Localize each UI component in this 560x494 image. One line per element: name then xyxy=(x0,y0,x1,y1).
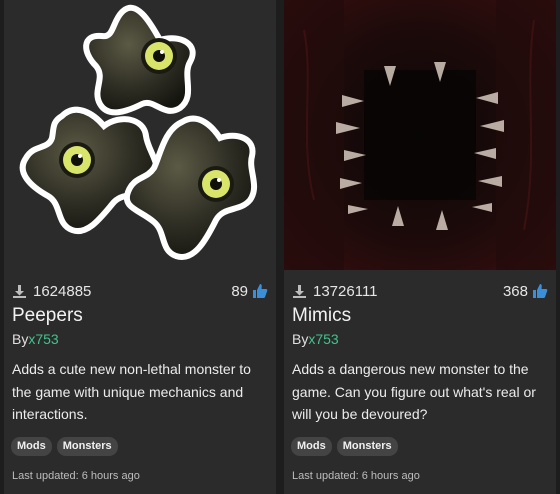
mod-card-mimics[interactable]: 13726111 368 Mimics Byx753 Adds a danger… xyxy=(284,0,556,494)
mod-description: Adds a cute new non-lethal monster to th… xyxy=(12,361,251,422)
mod-byline: Byx753 xyxy=(292,331,339,347)
mod-title[interactable]: Mimics xyxy=(292,305,351,327)
download-icon xyxy=(292,284,307,299)
author-link[interactable]: x753 xyxy=(308,331,338,347)
mod-stats: 13726111 368 xyxy=(292,281,548,301)
last-updated: Last updated: 6 hours ago xyxy=(12,470,140,482)
mod-card-peepers[interactable]: 1624885 89 Peepers Byx753 Adds a cute ne… xyxy=(4,0,276,494)
thumbs-up-icon[interactable] xyxy=(252,283,268,299)
download-icon xyxy=(12,284,27,299)
author-link[interactable]: x753 xyxy=(28,331,58,347)
download-count: 1624885 xyxy=(12,283,91,300)
tag-mods[interactable]: Mods xyxy=(11,437,52,456)
mod-thumbnail-peepers[interactable] xyxy=(4,0,276,270)
tag-monsters[interactable]: Monsters xyxy=(56,437,118,456)
mimics-thumbnail-image xyxy=(284,0,556,270)
download-count: 13726111 xyxy=(292,283,378,300)
tag-list: Mods Monsters xyxy=(11,437,118,456)
tag-monsters[interactable]: Monsters xyxy=(336,437,398,456)
like-count[interactable]: 368 xyxy=(503,283,548,300)
thumbs-up-icon[interactable] xyxy=(532,283,548,299)
tag-mods[interactable]: Mods xyxy=(291,437,332,456)
mod-title[interactable]: Peepers xyxy=(12,305,83,327)
mod-thumbnail-mimics[interactable] xyxy=(284,0,556,270)
like-count-value: 89 xyxy=(231,282,248,300)
last-updated: Last updated: 6 hours ago xyxy=(292,470,420,482)
like-count-value: 368 xyxy=(502,282,528,300)
tag-list: Mods Monsters xyxy=(291,437,398,456)
peepers-thumbnail-image xyxy=(4,0,276,270)
mod-description: Adds a dangerous new monster to the game… xyxy=(292,361,536,422)
download-count-value: 1624885 xyxy=(33,282,92,300)
mod-byline: Byx753 xyxy=(12,331,59,347)
like-count[interactable]: 89 xyxy=(231,283,268,300)
mod-stats: 1624885 89 xyxy=(12,281,268,301)
by-label: By xyxy=(292,331,309,347)
peeper-eye xyxy=(141,38,177,74)
download-count-value: 13726111 xyxy=(313,282,378,300)
by-label: By xyxy=(12,331,29,347)
